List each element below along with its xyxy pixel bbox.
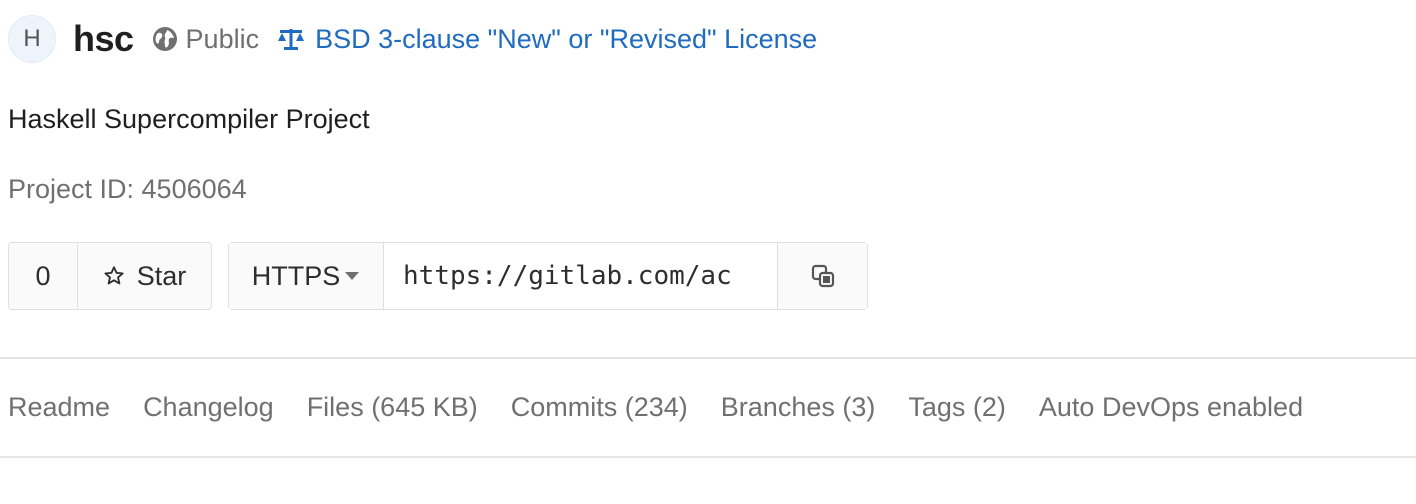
clone-url-input[interactable]	[384, 243, 777, 309]
license-label: BSD 3-clause "New" or "Revised" License	[315, 23, 818, 54]
globe-icon	[152, 27, 177, 51]
license-link[interactable]: BSD 3-clause "New" or "Revised" License	[277, 24, 817, 55]
project-id: Project ID: 4506064	[8, 174, 247, 204]
stat-tags-link[interactable]: Tags (2)	[908, 392, 1006, 423]
project-stats: Readme Changelog Files (645 KB) Commits …	[8, 392, 1336, 423]
project-description: Haskell Supercompiler Project	[8, 104, 370, 134]
star-label: Star	[136, 260, 187, 291]
stats-divider-bottom	[0, 456, 1416, 458]
star-button-group: 0 Star	[8, 242, 212, 310]
project-header: H hsc Public BSD 3-clause "New" or "Revi…	[8, 14, 817, 64]
caret-down-icon	[345, 272, 360, 280]
stat-readme-link[interactable]: Readme	[8, 392, 110, 423]
copy-url-button[interactable]	[777, 243, 867, 309]
clone-protocol-dropdown[interactable]: HTTPS	[229, 243, 384, 309]
scale-icon	[278, 29, 305, 50]
stats-divider-top	[0, 357, 1416, 359]
project-avatar[interactable]: H	[8, 15, 56, 63]
visibility-label: Public	[185, 23, 260, 54]
star-outline-icon	[104, 266, 124, 285]
clone-protocol-label: HTTPS	[251, 260, 341, 291]
stat-branches-link[interactable]: Branches (3)	[721, 392, 876, 423]
stat-files-link[interactable]: Files (645 KB)	[307, 392, 478, 423]
visibility-badge: Public	[152, 23, 260, 55]
project-title: hsc	[73, 18, 134, 59]
star-button[interactable]: Star	[78, 243, 211, 309]
clone-url-group: HTTPS	[228, 242, 868, 310]
stat-auto-devops-link[interactable]: Auto DevOps enabled	[1039, 392, 1303, 423]
star-count[interactable]: 0	[9, 243, 78, 309]
stat-changelog-link[interactable]: Changelog	[143, 392, 274, 423]
stat-commits-link[interactable]: Commits (234)	[511, 392, 688, 423]
copy-icon	[811, 264, 834, 288]
